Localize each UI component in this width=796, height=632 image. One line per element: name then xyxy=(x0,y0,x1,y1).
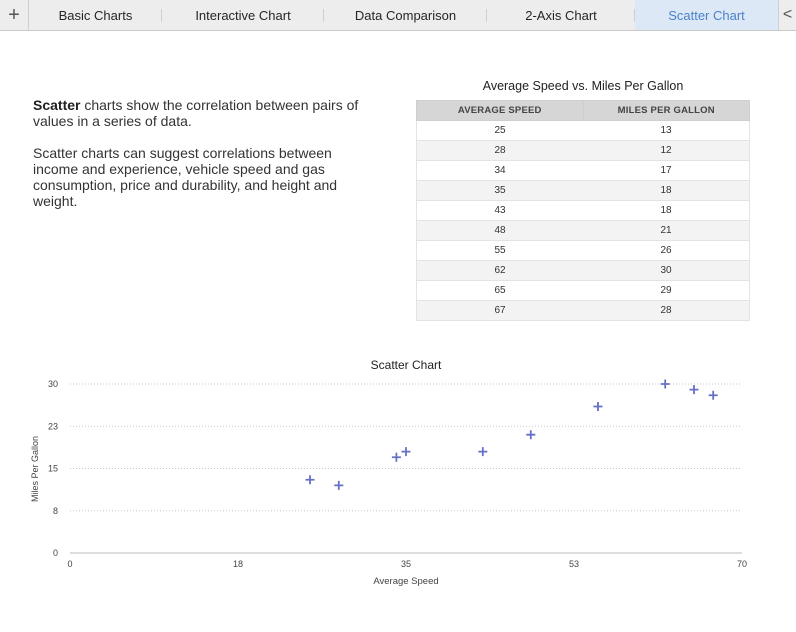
tab-bar: + Basic Charts Interactive Chart Data Co… xyxy=(0,0,796,31)
data-point[interactable] xyxy=(593,402,603,412)
data-point[interactable] xyxy=(526,430,536,440)
cell-mpg: 12 xyxy=(583,140,750,161)
tab-2-axis-chart[interactable]: 2-Axis Chart xyxy=(487,0,635,30)
y-axis-label: Miles Per Gallon xyxy=(30,436,40,502)
data-point[interactable] xyxy=(401,447,411,457)
table-header-row: AVERAGE SPEED MILES PER GALLON xyxy=(416,100,750,121)
add-tab-button[interactable]: + xyxy=(0,0,29,30)
table-row: 43 18 xyxy=(416,200,750,221)
data-point[interactable] xyxy=(660,379,670,389)
table-row: 28 12 xyxy=(416,140,750,161)
cell-speed: 35 xyxy=(416,180,583,201)
y-axis-ticks: 0 8 15 23 30 xyxy=(48,379,58,558)
cell-mpg: 30 xyxy=(583,260,750,281)
cell-mpg: 26 xyxy=(583,240,750,261)
cell-mpg: 17 xyxy=(583,160,750,181)
y-tick-label: 23 xyxy=(48,421,58,431)
data-table: AVERAGE SPEED MILES PER GALLON 25 13 28 12… xyxy=(416,100,750,321)
x-axis-label: Average Speed xyxy=(373,576,438,587)
data-point[interactable] xyxy=(708,390,718,400)
cell-speed: 34 xyxy=(416,160,583,181)
cell-mpg: 28 xyxy=(583,300,750,321)
table-row: 62 30 xyxy=(416,260,750,281)
cell-speed: 48 xyxy=(416,220,583,241)
scroll-tabs-left-icon[interactable]: < xyxy=(778,0,796,30)
tab-scatter-chart[interactable]: Scatter Chart xyxy=(635,0,778,30)
x-tick-label: 35 xyxy=(401,559,411,569)
y-tick-label: 8 xyxy=(53,506,58,516)
cell-mpg: 21 xyxy=(583,220,750,241)
cell-mpg: 13 xyxy=(583,120,750,141)
tab-data-comparison[interactable]: Data Comparison xyxy=(324,0,487,30)
cell-mpg: 29 xyxy=(583,280,750,301)
column-header-average-speed[interactable]: AVERAGE SPEED xyxy=(416,100,584,121)
description-paragraph-1: Scatter charts show the correlation betw… xyxy=(33,97,378,129)
scatter-chart: Scatter Chart 0 8 15 23 30 0 18 35 53 70 Average… xyxy=(30,358,747,587)
cell-speed: 55 xyxy=(416,240,583,261)
table-row: 25 13 xyxy=(416,120,750,141)
tab-basic-charts[interactable]: Basic Charts xyxy=(29,0,162,30)
table-row: 34 17 xyxy=(416,160,750,181)
x-tick-label: 18 xyxy=(233,559,243,569)
cell-mpg: 18 xyxy=(583,180,750,201)
table-row: 48 21 xyxy=(416,220,750,241)
y-tick-label: 0 xyxy=(53,548,58,558)
data-point[interactable] xyxy=(478,447,488,457)
data-point[interactable] xyxy=(391,452,401,462)
x-tick-label: 0 xyxy=(67,559,72,569)
cell-speed: 65 xyxy=(416,280,583,301)
description-bold-term: Scatter xyxy=(33,97,81,113)
table-row: 65 29 xyxy=(416,280,750,301)
data-point[interactable] xyxy=(334,480,344,490)
cell-speed: 43 xyxy=(416,200,583,221)
column-header-miles-per-gallon[interactable]: MILES PER GALLON xyxy=(582,100,750,121)
cell-speed: 67 xyxy=(416,300,583,321)
x-tick-label: 70 xyxy=(737,559,747,569)
table-row: 67 28 xyxy=(416,300,750,321)
data-points xyxy=(305,379,718,490)
table-title: Average Speed vs. Miles Per Gallon xyxy=(482,79,684,93)
table-row: 35 18 xyxy=(416,180,750,201)
tab-interactive-chart[interactable]: Interactive Chart xyxy=(162,0,324,30)
description-paragraph-2: Scatter charts can suggest correlations … xyxy=(33,145,338,209)
cell-speed: 28 xyxy=(416,140,583,161)
cell-speed: 62 xyxy=(416,260,583,281)
table-row: 55 26 xyxy=(416,240,750,261)
x-tick-label: 53 xyxy=(569,559,579,569)
description: Scatter charts show the correlation betw… xyxy=(33,97,378,225)
chart-title: Scatter Chart xyxy=(371,358,442,372)
y-tick-label: 15 xyxy=(48,464,58,474)
x-axis-ticks: 0 18 35 53 70 xyxy=(67,559,747,569)
cell-speed: 25 xyxy=(416,120,583,141)
y-tick-label: 30 xyxy=(48,379,58,389)
data-point[interactable] xyxy=(305,475,315,485)
description-p1-text: charts show the correlation between pair… xyxy=(33,97,359,129)
data-point[interactable] xyxy=(689,385,699,395)
cell-mpg: 18 xyxy=(583,200,750,221)
